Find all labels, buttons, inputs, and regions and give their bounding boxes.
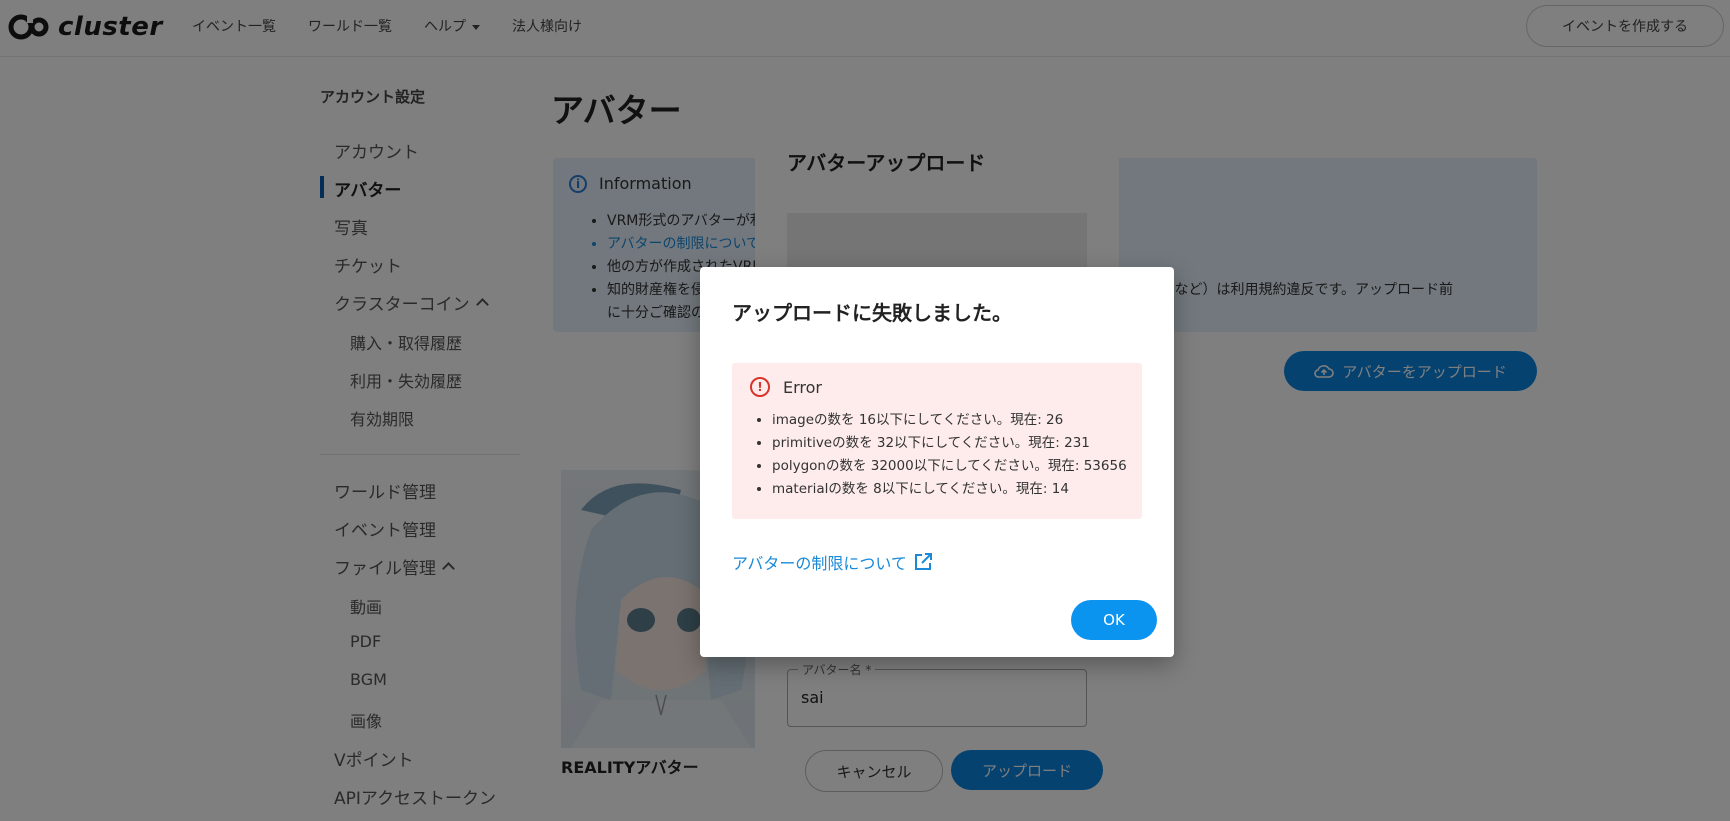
error-heading: Error	[783, 377, 822, 397]
ok-button[interactable]: OK	[1071, 600, 1157, 640]
avatar-limits-link-label: アバターの制限について	[732, 554, 907, 573]
error-box: ! Error imageの数を 16以下にしてください。現在: 26 prim…	[732, 363, 1142, 519]
error-item: materialの数を 8以下にしてください。現在: 14	[772, 478, 1152, 501]
avatar-limits-link[interactable]: アバターの制限について	[732, 550, 933, 574]
external-link-icon	[914, 553, 932, 570]
error-item: polygonの数を 32000以下にしてください。現在: 53656	[772, 455, 1152, 478]
error-item: imageの数を 16以下にしてください。現在: 26	[772, 409, 1152, 432]
upload-error-dialog: アップロードに失敗しました。 ! Error imageの数を 16以下にしてく…	[700, 267, 1174, 657]
error-list: imageの数を 16以下にしてください。現在: 26 primitiveの数を…	[756, 409, 1152, 501]
error-item: primitiveの数を 32以下にしてください。現在: 231	[772, 432, 1152, 455]
error-alert-icon: !	[750, 377, 770, 397]
error-header: ! Error	[750, 377, 822, 397]
dialog-title: アップロードに失敗しました。	[732, 301, 1012, 325]
